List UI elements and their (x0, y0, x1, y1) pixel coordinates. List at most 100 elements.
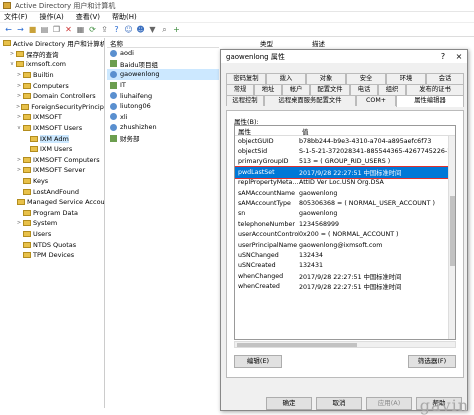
attribute-row[interactable]: uSNCreated 132431 (235, 261, 455, 271)
list-item[interactable]: xli (107, 112, 219, 123)
tree-node[interactable]: > 保存的查询 (0, 49, 104, 60)
attribute-row[interactable]: primaryGroupID 513 = ( GROUP_RID_USERS ) (235, 157, 455, 167)
attribute-row[interactable]: sAMAccountType 805306368 = ( NORMAL_USER_… (235, 198, 455, 208)
copy-icon[interactable]: ❐ (52, 25, 61, 34)
tab-tabs_row2-5[interactable]: 组织 (378, 84, 406, 95)
export-icon[interactable]: ⇪ (100, 25, 109, 34)
vertical-scrollbar[interactable] (448, 136, 455, 339)
col-value[interactable]: 值 (299, 126, 309, 136)
menu-view[interactable]: 查看(V) (76, 12, 100, 22)
tree-node[interactable]: Users (0, 229, 104, 240)
refresh-icon[interactable]: ⟳ (88, 25, 97, 34)
tree-node[interactable]: > IXMSOFT (0, 112, 104, 123)
tree-node[interactable]: > IXMSOFT Computers (0, 155, 104, 166)
vertical-scroll-thumb[interactable] (450, 196, 455, 266)
delete-icon[interactable]: ✕ (64, 25, 73, 34)
attribute-row[interactable]: sn gaowenlong (235, 209, 455, 219)
tab-tabs_row2-4[interactable]: 电话 (350, 84, 378, 95)
tab-tabs_row1-1[interactable]: 拨入 (266, 73, 306, 84)
tab-tabs_row3-3[interactable]: 属性编辑器 (396, 95, 464, 107)
tree-node[interactable]: NTDS Quotas (0, 239, 104, 250)
menu-action[interactable]: 操作(A) (40, 12, 64, 22)
list-item[interactable]: liutong06 (107, 101, 219, 112)
forward-icon[interactable]: → (16, 25, 25, 34)
tree-node[interactable]: v IXMSOFT Users (0, 123, 104, 134)
expand-icon[interactable]: > (16, 114, 22, 120)
list-header-desc[interactable]: 描述 (312, 38, 325, 48)
tree-node[interactable]: TPM Devices (0, 250, 104, 261)
expand-icon[interactable]: v (9, 61, 15, 67)
tree-node[interactable]: Active Directory 用户和计算机 (0, 38, 104, 49)
tree-node[interactable]: > Builtin (0, 70, 104, 81)
tree-node[interactable]: Managed Service Accou (0, 197, 104, 208)
attribute-row[interactable]: sAMAccountName gaowenlong (235, 188, 455, 198)
tree-node[interactable]: Program Data (0, 208, 104, 219)
attribute-row[interactable]: uSNChanged 132434 (235, 250, 455, 260)
tab-tabs_row3-1[interactable]: 远程桌面服务配置文件 (264, 95, 356, 106)
tab-tabs_row1-0[interactable]: 密码复制 (226, 73, 266, 84)
tab-tabs_row2-3[interactable]: 配置文件 (310, 84, 350, 95)
list-item[interactable]: zhushizhen (107, 122, 219, 133)
expand-icon[interactable]: v (16, 125, 22, 131)
ok-button[interactable]: 确定 (266, 397, 312, 410)
group-icon[interactable]: ☻ (136, 25, 145, 34)
details-icon[interactable]: ▤ (40, 25, 49, 34)
attribute-row[interactable]: telephoneNumber 1234568999 (235, 219, 455, 229)
list-header-name[interactable]: 名称 (107, 38, 219, 48)
tree-node[interactable]: > Domain Controllers (0, 91, 104, 102)
horizontal-scroll-thumb[interactable] (237, 343, 357, 347)
attribute-row[interactable]: whenChanged 2017/9/28 22:27:51 中国标准时间 (235, 271, 455, 281)
col-attribute[interactable]: 属性 (235, 126, 299, 136)
expand-icon[interactable]: > (16, 72, 22, 78)
tab-tabs_row1-2[interactable]: 对象 (306, 73, 346, 84)
tree-node[interactable]: IXM Users (0, 144, 104, 155)
properties-icon[interactable]: ▦ (76, 25, 85, 34)
help-icon[interactable]: ? (112, 25, 121, 34)
tree-node[interactable]: > System (0, 218, 104, 229)
tab-tabs_row2-2[interactable]: 帐户 (282, 84, 310, 95)
list-item[interactable]: 财务部 (107, 133, 219, 144)
list-item[interactable]: liuhaifeng (107, 90, 219, 101)
list-item[interactable]: gaowenlong (107, 69, 219, 80)
cancel-button[interactable]: 取消 (316, 397, 362, 410)
expand-icon[interactable]: > (16, 93, 22, 99)
list-item[interactable]: IT (107, 80, 219, 91)
edit-button[interactable]: 编辑(E) (234, 355, 282, 368)
tab-tabs_row2-1[interactable]: 地址 (254, 84, 282, 95)
back-icon[interactable]: ← (4, 25, 13, 34)
tab-tabs_row2-6[interactable]: 发布的证书 (406, 84, 464, 95)
tree-node[interactable]: Keys (0, 176, 104, 187)
expand-icon[interactable]: > (16, 83, 22, 89)
user-icon[interactable]: ☺ (124, 25, 133, 34)
menu-help[interactable]: 帮助(H) (112, 12, 137, 22)
tab-tabs_row1-4[interactable]: 环境 (386, 73, 426, 84)
menu-file[interactable]: 文件(F) (4, 12, 28, 22)
list-header-type[interactable]: 类型 (260, 38, 273, 48)
attribute-row[interactable]: userPrincipalName gaowenlong@ixmsoft.com (235, 240, 455, 250)
list-item[interactable]: aodi (107, 48, 219, 59)
add-icon[interactable]: + (172, 25, 181, 34)
folder-icon[interactable]: ■ (28, 25, 37, 34)
filter-button[interactable]: 筛选器(F) (408, 355, 456, 368)
dialog-close-icon[interactable]: × (451, 52, 467, 61)
tree-node[interactable]: > Computers (0, 80, 104, 91)
tab-tabs_row1-5[interactable]: 会话 (426, 73, 464, 84)
expand-icon[interactable]: > (16, 220, 22, 226)
apply-button[interactable]: 应用(A) (366, 397, 412, 410)
attribute-row[interactable]: replPropertyMeta... AttID Ver Loc.USN Org… (235, 178, 455, 188)
list-item[interactable]: Baidu项目组 (107, 59, 219, 70)
tab-tabs_row3-2[interactable]: COM+ (356, 95, 396, 106)
attribute-row[interactable]: whenCreated 2017/9/28 22:27:51 中国标准时间 (235, 281, 455, 291)
horizontal-scrollbar[interactable] (234, 341, 456, 348)
tree-node[interactable]: IXM Adm (0, 133, 104, 144)
tree-node[interactable]: LostAndFound (0, 186, 104, 197)
tree-node[interactable]: > ForeignSecurityPrincipa (0, 102, 104, 113)
expand-icon[interactable]: > (16, 157, 22, 163)
expand-icon[interactable]: > (9, 51, 15, 57)
expand-icon[interactable]: > (16, 167, 22, 173)
dialog-help-icon[interactable]: ? (435, 52, 451, 61)
attribute-row[interactable]: objectSid S-1-5-21-372028341-885544365-42… (235, 146, 455, 156)
find-icon[interactable]: ⌕ (160, 25, 169, 34)
tab-tabs_row2-0[interactable]: 常规 (226, 84, 254, 95)
tree-node[interactable]: > IXMSOFT Server (0, 165, 104, 176)
